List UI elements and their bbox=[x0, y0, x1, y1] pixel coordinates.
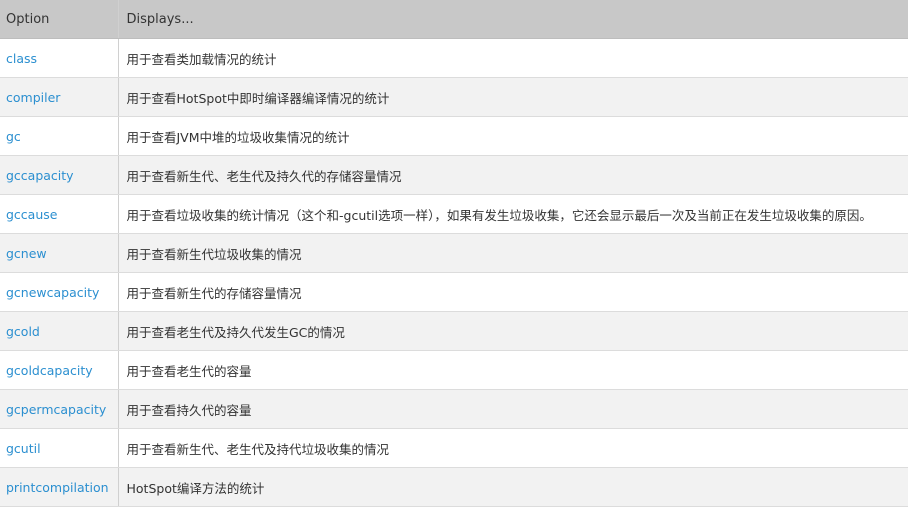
option-link-gcutil[interactable]: gcutil bbox=[6, 441, 41, 456]
option-link-gcpermcapacity[interactable]: gcpermcapacity bbox=[6, 402, 106, 417]
option-link-gcold[interactable]: gcold bbox=[6, 324, 40, 339]
option-link-gccause[interactable]: gccause bbox=[6, 207, 57, 222]
description-cell: 用于查看类加载情况的统计 bbox=[118, 38, 908, 78]
option-cell: gcold bbox=[0, 311, 119, 351]
option-cell: gcutil bbox=[0, 428, 119, 468]
description-cell: 用于查看新生代垃圾收集的情况 bbox=[118, 233, 908, 273]
table-row: gcnew 用于查看新生代垃圾收集的情况 bbox=[0, 233, 908, 273]
description-cell: 用于查看老生代及持久代发生GC的情况 bbox=[118, 311, 908, 351]
option-column-header: Option bbox=[0, 0, 119, 39]
option-link-printcompilation[interactable]: printcompilation bbox=[6, 480, 109, 495]
option-cell: gcnew bbox=[0, 233, 119, 273]
displays-column-header: Displays... bbox=[118, 0, 908, 39]
table-row: compiler 用于查看HotSpot中即时编译器编译情况的统计 bbox=[0, 77, 908, 117]
option-cell: compiler bbox=[0, 77, 119, 117]
table-row: printcompilation HotSpot编译方法的统计 bbox=[0, 467, 908, 507]
option-link-gcoldcapacity[interactable]: gcoldcapacity bbox=[6, 363, 93, 378]
description-cell: 用于查看HotSpot中即时编译器编译情况的统计 bbox=[118, 77, 908, 117]
description-cell: 用于查看老生代的容量 bbox=[118, 350, 908, 390]
option-link-gccapacity[interactable]: gccapacity bbox=[6, 168, 74, 183]
description-cell: 用于查看持久代的容量 bbox=[118, 389, 908, 429]
table-row: class 用于查看类加载情况的统计 bbox=[0, 38, 908, 78]
option-cell: gc bbox=[0, 116, 119, 156]
description-cell: 用于查看新生代、老生代及持久代的存储容量情况 bbox=[118, 155, 908, 195]
option-cell: gcnewcapacity bbox=[0, 272, 119, 312]
option-link-gcnew[interactable]: gcnew bbox=[6, 246, 47, 261]
table-row: gccause 用于查看垃圾收集的统计情况（这个和-gcutil选项一样），如果… bbox=[0, 194, 908, 234]
description-cell: 用于查看JVM中堆的垃圾收集情况的统计 bbox=[118, 116, 908, 156]
header-row: Option Displays... bbox=[0, 0, 908, 39]
table-row: gcutil 用于查看新生代、老生代及持代垃圾收集的情况 bbox=[0, 428, 908, 468]
table-row: gc 用于查看JVM中堆的垃圾收集情况的统计 bbox=[0, 116, 908, 156]
option-cell: gcpermcapacity bbox=[0, 389, 119, 429]
option-cell: gccapacity bbox=[0, 155, 119, 195]
option-link-compiler[interactable]: compiler bbox=[6, 90, 60, 105]
option-cell: class bbox=[0, 38, 119, 78]
table-row: gcoldcapacity 用于查看老生代的容量 bbox=[0, 350, 908, 390]
jstat-options-table: Option Displays... class 用于查看类加载情况的统计 co… bbox=[0, 0, 908, 507]
table-row: gcnewcapacity 用于查看新生代的存储容量情况 bbox=[0, 272, 908, 312]
description-cell: 用于查看新生代、老生代及持代垃圾收集的情况 bbox=[118, 428, 908, 468]
table-body: class 用于查看类加载情况的统计 compiler 用于查看HotSpot中… bbox=[0, 38, 908, 507]
description-cell: HotSpot编译方法的统计 bbox=[118, 467, 908, 507]
option-cell: printcompilation bbox=[0, 467, 119, 507]
table-row: gcpermcapacity 用于查看持久代的容量 bbox=[0, 389, 908, 429]
option-link-gc[interactable]: gc bbox=[6, 129, 21, 144]
table-header: Option Displays... bbox=[0, 0, 908, 39]
table-row: gcold 用于查看老生代及持久代发生GC的情况 bbox=[0, 311, 908, 351]
description-cell: 用于查看新生代的存储容量情况 bbox=[118, 272, 908, 312]
option-cell: gccause bbox=[0, 194, 119, 234]
option-cell: gcoldcapacity bbox=[0, 350, 119, 390]
description-cell: 用于查看垃圾收集的统计情况（这个和-gcutil选项一样），如果有发生垃圾收集，… bbox=[118, 194, 908, 234]
option-link-gcnewcapacity[interactable]: gcnewcapacity bbox=[6, 285, 99, 300]
option-link-class[interactable]: class bbox=[6, 51, 37, 66]
table-row: gccapacity 用于查看新生代、老生代及持久代的存储容量情况 bbox=[0, 155, 908, 195]
